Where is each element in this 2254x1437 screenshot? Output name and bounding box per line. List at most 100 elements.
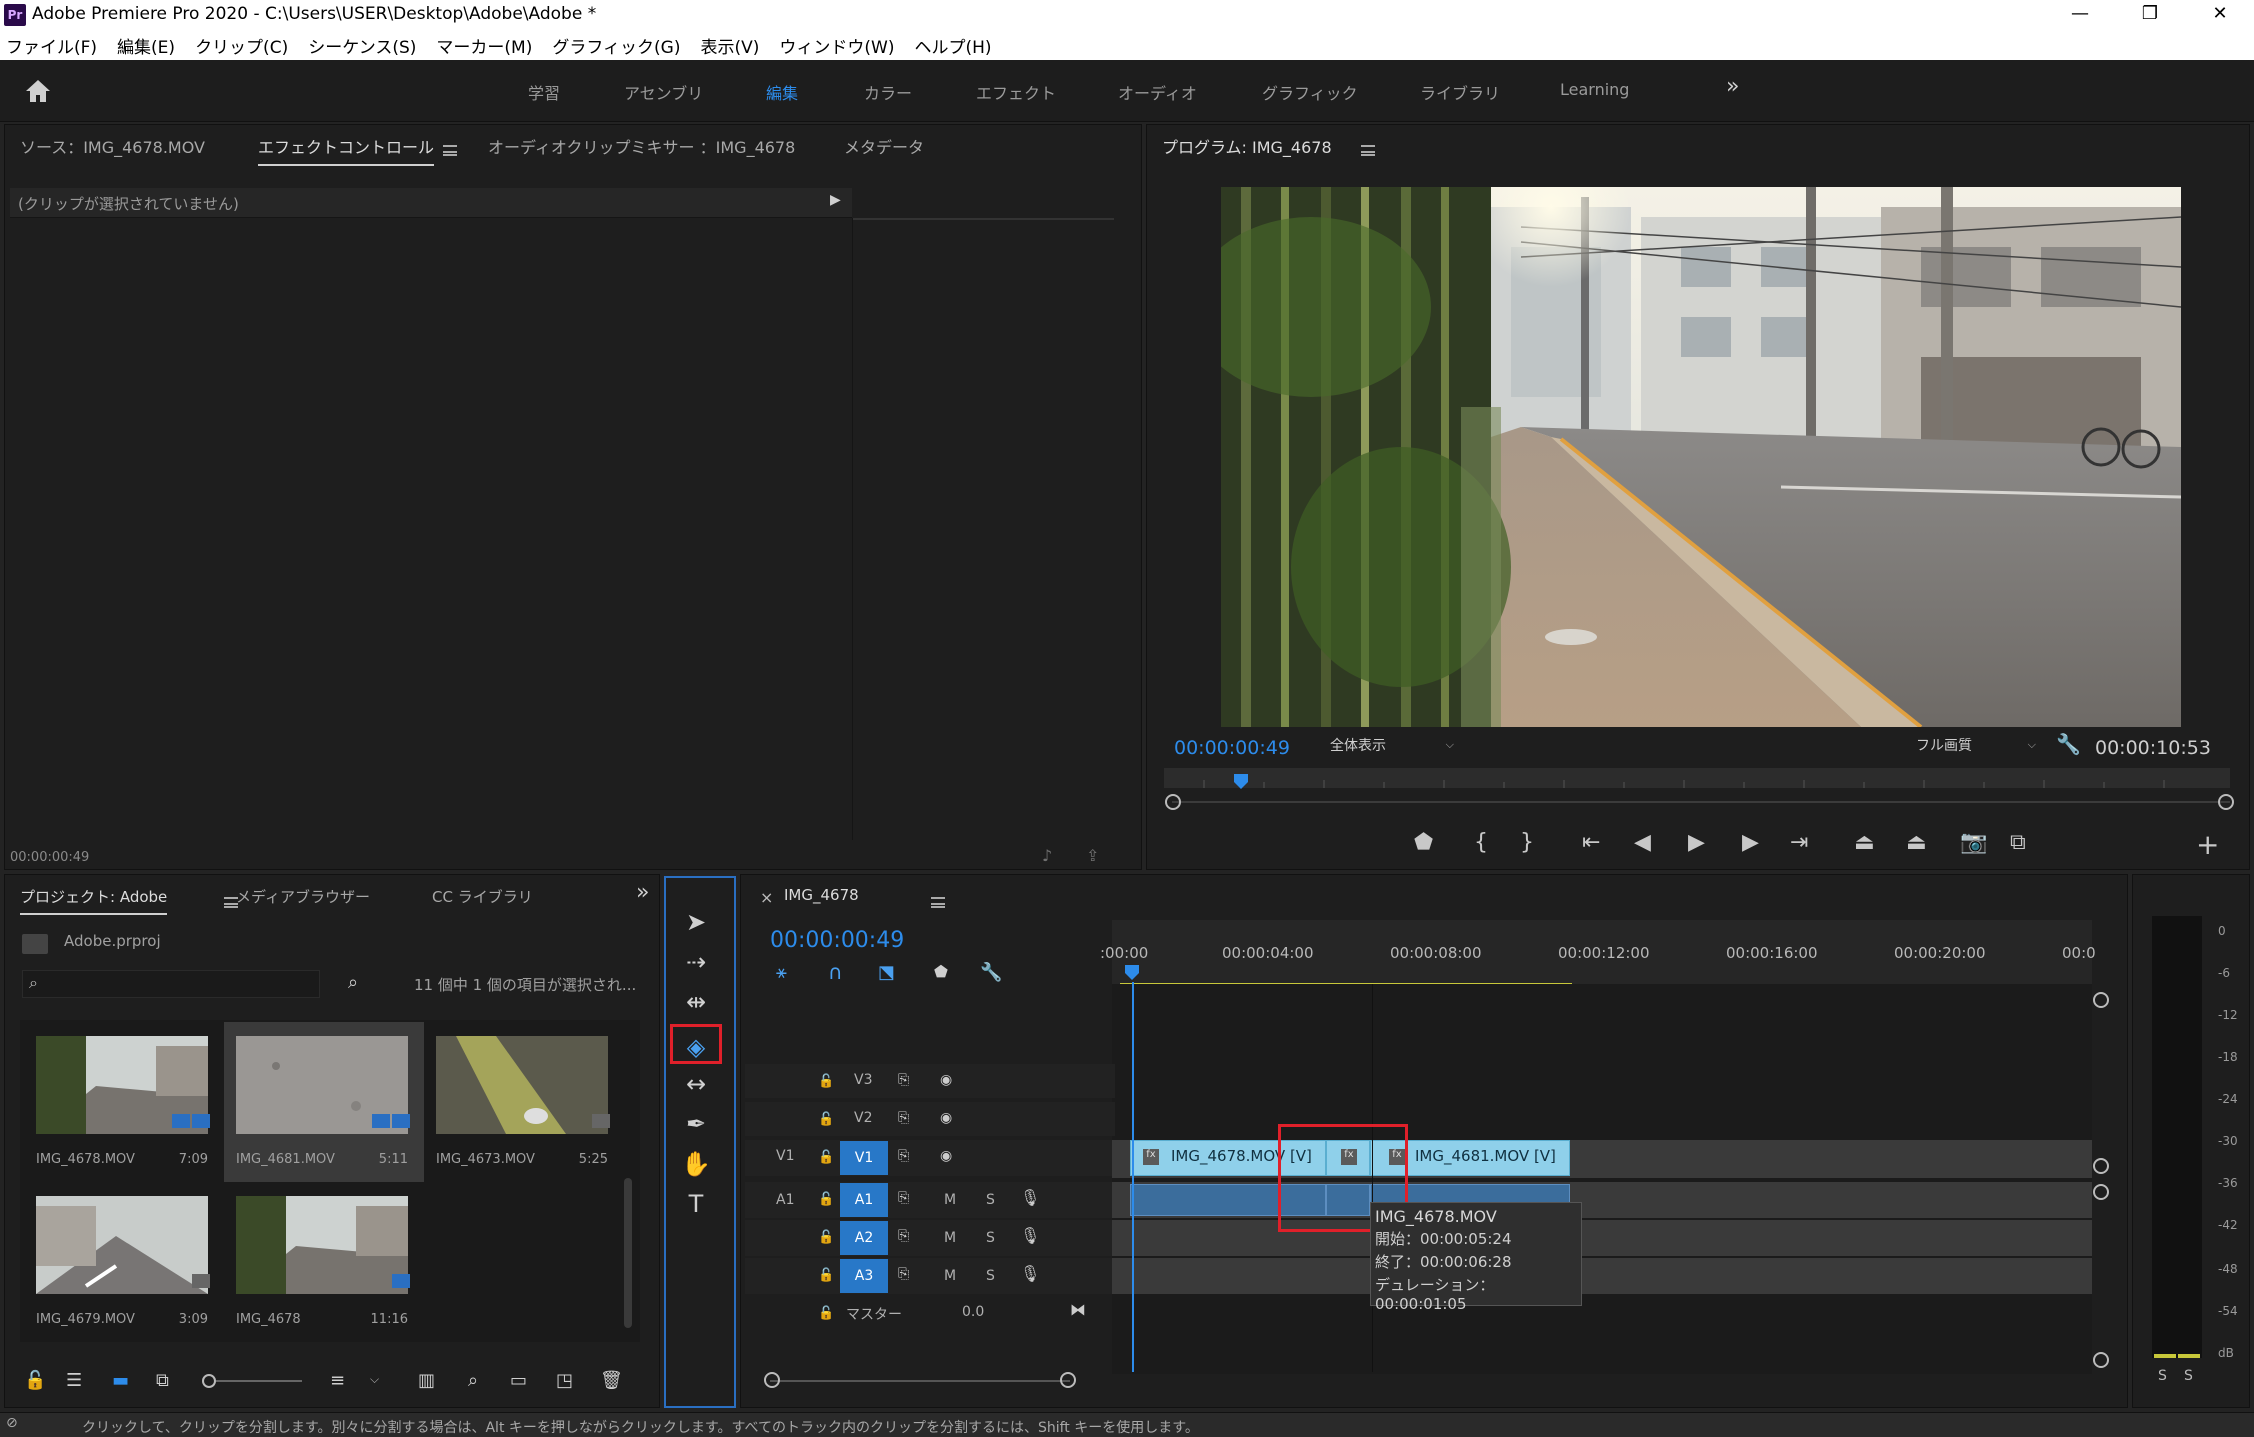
- freeform-view-icon[interactable]: ⧉: [156, 1370, 169, 1391]
- extract-icon[interactable]: ⏏: [1906, 830, 1927, 855]
- timeline-playhead-icon[interactable]: [1124, 964, 1140, 982]
- project-more-icon[interactable]: »: [636, 880, 649, 905]
- hscroll-handle-left[interactable]: [764, 1372, 780, 1388]
- vscroll-handle[interactable]: [2093, 1184, 2109, 1200]
- zoom-slider-handle[interactable]: [202, 1374, 216, 1388]
- workspace-effects[interactable]: エフェクト: [976, 80, 1056, 104]
- step-forward-icon[interactable]: ▶: [1742, 830, 1759, 855]
- linked-selection-icon[interactable]: ⬔: [878, 962, 895, 983]
- menu-marker[interactable]: マーカー(M): [436, 33, 532, 58]
- sync-lock-icon[interactable]: ⎘: [898, 1228, 909, 1244]
- master-volume-value[interactable]: 0.0: [962, 1304, 984, 1320]
- solo-button[interactable]: S: [986, 1268, 995, 1284]
- filter-audio-icon[interactable]: ♪: [1042, 846, 1052, 865]
- slip-tool-icon[interactable]: ↔: [670, 1064, 722, 1104]
- menu-clip[interactable]: クリップ(C): [195, 33, 288, 58]
- workspace-libraries[interactable]: ライブラリ: [1420, 80, 1500, 104]
- timeline-timecode[interactable]: 00:00:00:49: [770, 928, 904, 953]
- workspace-learn[interactable]: 学習: [528, 80, 560, 104]
- track-a1-target[interactable]: A1: [840, 1183, 888, 1217]
- sync-lock-icon[interactable]: ⎘: [898, 1266, 909, 1282]
- program-title[interactable]: プログラム: IMG_4678: [1162, 134, 1332, 158]
- workspace-assembly[interactable]: アセンブリ: [624, 80, 703, 104]
- lock-icon[interactable]: 🔓: [818, 1230, 834, 1245]
- vscroll-handle[interactable]: [2093, 1158, 2109, 1174]
- snap-magnet-icon[interactable]: ∩: [828, 960, 843, 984]
- play-only-icon[interactable]: ▶: [830, 192, 841, 208]
- tab-media-browser[interactable]: メディアブラウザー: [236, 886, 370, 907]
- workspace-editing[interactable]: 編集: [766, 80, 798, 104]
- project-item-selected[interactable]: IMG_4681.MOV 5:11: [224, 1022, 424, 1182]
- microphone-icon[interactable]: 🎙: [1020, 1226, 1040, 1245]
- program-time-ruler[interactable]: [1164, 768, 2230, 788]
- menu-window[interactable]: ウィンドウ(W): [779, 33, 894, 58]
- solo-left-button[interactable]: S: [2158, 1368, 2167, 1384]
- nest-icon[interactable]: ⚹: [776, 962, 787, 983]
- sync-lock-icon[interactable]: ⎘: [898, 1110, 909, 1126]
- mark-in-icon[interactable]: {: [1474, 830, 1488, 855]
- program-menu-icon[interactable]: [1361, 145, 1376, 156]
- pen-tool-icon[interactable]: ✒: [670, 1104, 722, 1144]
- close-button[interactable]: ✕: [2190, 0, 2250, 30]
- sort-icon[interactable]: ≡: [330, 1370, 345, 1391]
- eye-icon[interactable]: ◉: [940, 1148, 952, 1164]
- mute-button[interactable]: M: [944, 1268, 956, 1284]
- track-a2-target[interactable]: A2: [840, 1221, 888, 1255]
- sync-lock-icon[interactable]: ⎘: [898, 1072, 909, 1088]
- vscroll-handle[interactable]: [2093, 992, 2109, 1008]
- program-playhead-timecode[interactable]: 00:00:00:49: [1174, 737, 1290, 759]
- microphone-icon[interactable]: 🎙: [1020, 1264, 1040, 1283]
- add-marker-icon[interactable]: ⬟: [1414, 830, 1433, 855]
- project-scrollbar[interactable]: [624, 1178, 632, 1328]
- find-icon[interactable]: ⌕: [468, 1370, 478, 1391]
- lock-icon[interactable]: 🔓: [818, 1192, 834, 1207]
- hscroll-handle-right[interactable]: [1060, 1372, 1076, 1388]
- scroll-handle-left[interactable]: [1165, 794, 1181, 810]
- project-item[interactable]: IMG_4679.MOV 3:09: [24, 1182, 224, 1342]
- go-to-in-icon[interactable]: ⇤: [1582, 830, 1600, 855]
- menu-sequence[interactable]: シーケンス(S): [308, 33, 416, 58]
- settings-wrench-icon[interactable]: 🔧: [2056, 732, 2081, 756]
- a3-lane[interactable]: [1112, 1258, 2092, 1294]
- settings-wrench-icon[interactable]: 🔧: [980, 962, 1002, 983]
- zoom-select[interactable]: 全体表示 ⌵: [1330, 733, 1454, 757]
- timeline-close-icon[interactable]: ×: [760, 888, 773, 907]
- track-v1-target[interactable]: V1: [840, 1141, 888, 1175]
- add-button-icon[interactable]: +: [2196, 828, 2219, 861]
- automate-to-sequence-icon[interactable]: ▥: [418, 1370, 435, 1391]
- a2-lane[interactable]: [1112, 1220, 2092, 1256]
- project-item[interactable]: IMG_4673.MOV 5:25: [424, 1022, 624, 1182]
- solo-button[interactable]: S: [986, 1230, 995, 1246]
- project-item[interactable]: IMG_4678 11:16: [224, 1182, 424, 1342]
- microphone-icon[interactable]: 🎙: [1020, 1188, 1040, 1207]
- timeline-sequence-tab[interactable]: IMG_4678: [784, 886, 859, 904]
- tab-audio-clip-mixer[interactable]: オーディオクリップミキサー ：IMG_4678: [488, 134, 795, 158]
- mute-button[interactable]: M: [944, 1192, 956, 1208]
- lock-icon[interactable]: 🔓: [818, 1306, 834, 1321]
- solo-right-button[interactable]: S: [2184, 1368, 2193, 1384]
- menu-help[interactable]: ヘルプ(H): [914, 33, 991, 58]
- zoom-scrollbar[interactable]: [1172, 801, 2230, 803]
- eye-icon[interactable]: ◉: [940, 1072, 952, 1088]
- trash-icon[interactable]: 🗑: [600, 1370, 623, 1391]
- chevron-down-icon[interactable]: ⌵: [370, 1372, 379, 1387]
- home-icon[interactable]: [24, 78, 52, 104]
- track-area[interactable]: [1112, 984, 2092, 1374]
- selection-tool-icon[interactable]: ➤: [670, 902, 722, 942]
- find-icon[interactable]: ⌕: [348, 972, 358, 993]
- hand-tool-icon[interactable]: ✋: [670, 1144, 722, 1184]
- razor-tool-icon[interactable]: ◈: [670, 1024, 722, 1064]
- track-a3-target[interactable]: A3: [840, 1259, 888, 1293]
- lift-icon[interactable]: ⏏: [1854, 830, 1875, 855]
- minimize-button[interactable]: —: [2050, 0, 2110, 30]
- tab-project[interactable]: プロジェクト: Adobe: [20, 886, 168, 915]
- new-item-icon[interactable]: ◳: [556, 1370, 573, 1391]
- track-a1-source-label[interactable]: A1: [776, 1192, 794, 1208]
- tab-cc-libraries[interactable]: CC ライブラリ: [432, 886, 533, 907]
- export-frame-camera-icon[interactable]: 📷: [1960, 830, 1987, 855]
- menu-graphics[interactable]: グラフィック(G): [552, 33, 680, 58]
- type-tool-icon[interactable]: T: [670, 1184, 722, 1224]
- workspace-learning[interactable]: Learning: [1560, 80, 1629, 99]
- mute-button[interactable]: M: [944, 1230, 956, 1246]
- program-video-frame[interactable]: [1221, 187, 2181, 727]
